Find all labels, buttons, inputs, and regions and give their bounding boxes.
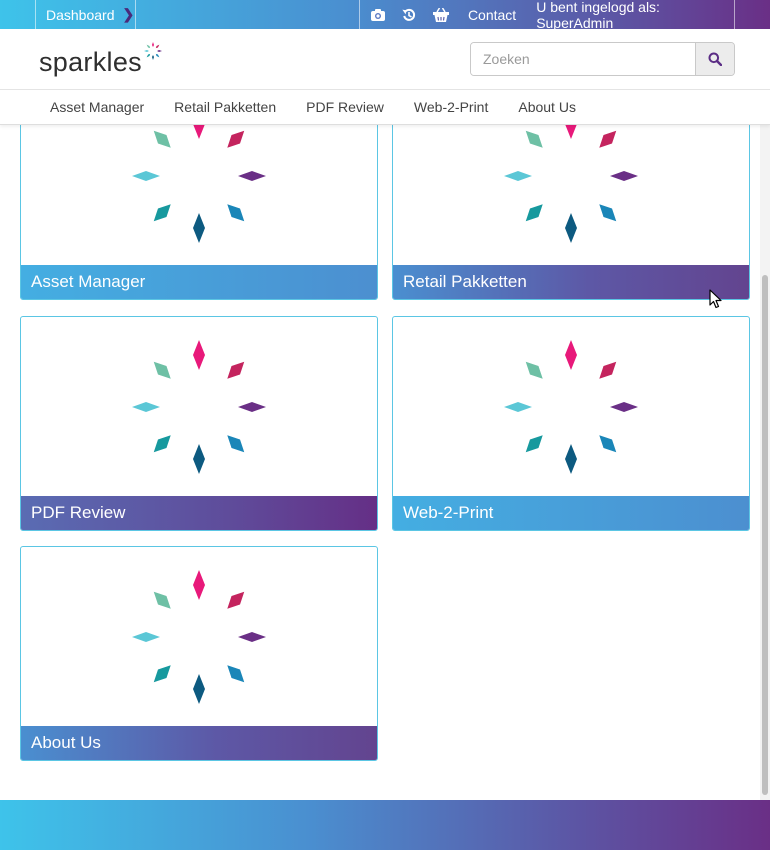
sparkle-ray (193, 674, 205, 704)
tile-caption: Asset Manager (21, 265, 377, 299)
sparkle-ray (565, 213, 577, 243)
sparkle-ray (610, 402, 638, 412)
sparkle-ray (238, 171, 266, 181)
dashboard-link[interactable]: Dashboard ❯ (35, 0, 136, 29)
nav-item-asset-manager[interactable]: Asset Manager (35, 99, 159, 115)
tile-asset-manager[interactable]: Asset Manager (20, 125, 378, 300)
nav-item-about-us[interactable]: About Us (503, 99, 591, 115)
tile-grid: Asset Manager Retail Pakketten PDF Revie… (0, 125, 770, 800)
sparkle-ray (599, 130, 617, 148)
top-bar: Dashboard ❯ Contact U bent ingelogd als:… (0, 0, 770, 31)
sparkle-graphic-icon (21, 547, 377, 727)
nav-item-retail-pakketten[interactable]: Retail Pakketten (159, 99, 291, 115)
tile-caption: Retail Pakketten (393, 265, 749, 299)
sparkle-ray (227, 665, 245, 683)
sparkle-graphic-icon (393, 317, 749, 497)
sparkle-ray (525, 204, 543, 222)
page-scrollbar[interactable] (760, 125, 770, 800)
sparkle-graphic-icon (21, 125, 377, 266)
sparkle-ray (153, 204, 171, 222)
sparkle-ray (599, 435, 617, 453)
logged-in-status: U bent ingelogd als: SuperAdmin (536, 0, 660, 31)
sparkle-ray (565, 340, 577, 370)
logo-text: sparkles (39, 47, 142, 77)
search-icon (708, 52, 722, 66)
footer (0, 800, 770, 850)
sparkle-ray (153, 130, 171, 148)
sparkle-ray (132, 171, 160, 181)
sparkle-ray (227, 435, 245, 453)
header: sparkles (0, 29, 770, 90)
sparkle-ray (153, 591, 171, 609)
sparkle-ray (193, 213, 205, 243)
tile-retail-pakketten[interactable]: Retail Pakketten (392, 125, 750, 300)
basket-icon[interactable] (432, 7, 449, 23)
sparkle-ray (504, 402, 532, 412)
sparkle-ray (153, 361, 171, 379)
sparkle-burst-icon (144, 42, 162, 60)
sparkle-ray (599, 204, 617, 222)
sparkle-ray (238, 402, 266, 412)
sparkle-ray (238, 632, 266, 642)
tile-about-us[interactable]: About Us (20, 546, 378, 761)
tile-caption: Web-2-Print (393, 496, 749, 530)
sparkle-ray (525, 435, 543, 453)
sparkle-ray (153, 435, 171, 453)
main-nav: Asset Manager Retail Pakketten PDF Revie… (0, 90, 770, 125)
sparkle-ray (525, 130, 543, 148)
sparkle-ray (227, 130, 245, 148)
sparkle-ray (132, 632, 160, 642)
sparkle-ray (599, 361, 617, 379)
tile-caption: PDF Review (21, 496, 377, 530)
chevron-right-icon: ❯ (122, 6, 135, 22)
sparkle-ray (132, 402, 160, 412)
sparkle-ray (504, 171, 532, 181)
sparkle-ray (227, 204, 245, 222)
tile-web-2-print[interactable]: Web-2-Print (392, 316, 750, 531)
sparkle-ray (610, 171, 638, 181)
search-input[interactable] (471, 43, 695, 75)
sparkle-ray (525, 361, 543, 379)
sparkle-ray (193, 570, 205, 600)
mouse-cursor-icon (709, 289, 722, 309)
sparkle-graphic-icon (393, 125, 749, 266)
sparkle-ray (153, 665, 171, 683)
nav-item-web-2-print[interactable]: Web-2-Print (399, 99, 503, 115)
tile-caption: About Us (21, 726, 377, 760)
sparkle-ray (193, 444, 205, 474)
contact-link[interactable]: Contact (468, 7, 516, 23)
dashboard-label: Dashboard (46, 6, 115, 23)
sparkle-ray (193, 125, 205, 139)
sparkle-ray (227, 591, 245, 609)
sparkle-ray (565, 444, 577, 474)
sparkle-ray (565, 125, 577, 139)
nav-item-pdf-review[interactable]: PDF Review (291, 99, 399, 115)
tile-pdf-review[interactable]: PDF Review (20, 316, 378, 531)
topbar-right-group: Contact U bent ingelogd als: SuperAdmin (359, 0, 735, 31)
scrollbar-thumb[interactable] (762, 275, 768, 795)
history-icon[interactable] (401, 7, 416, 23)
search-button[interactable] (695, 43, 734, 75)
search-box (470, 42, 735, 76)
camera-icon[interactable] (370, 7, 385, 23)
sparkle-ray (227, 361, 245, 379)
sparkle-graphic-icon (21, 317, 377, 497)
sparkle-ray (193, 340, 205, 370)
